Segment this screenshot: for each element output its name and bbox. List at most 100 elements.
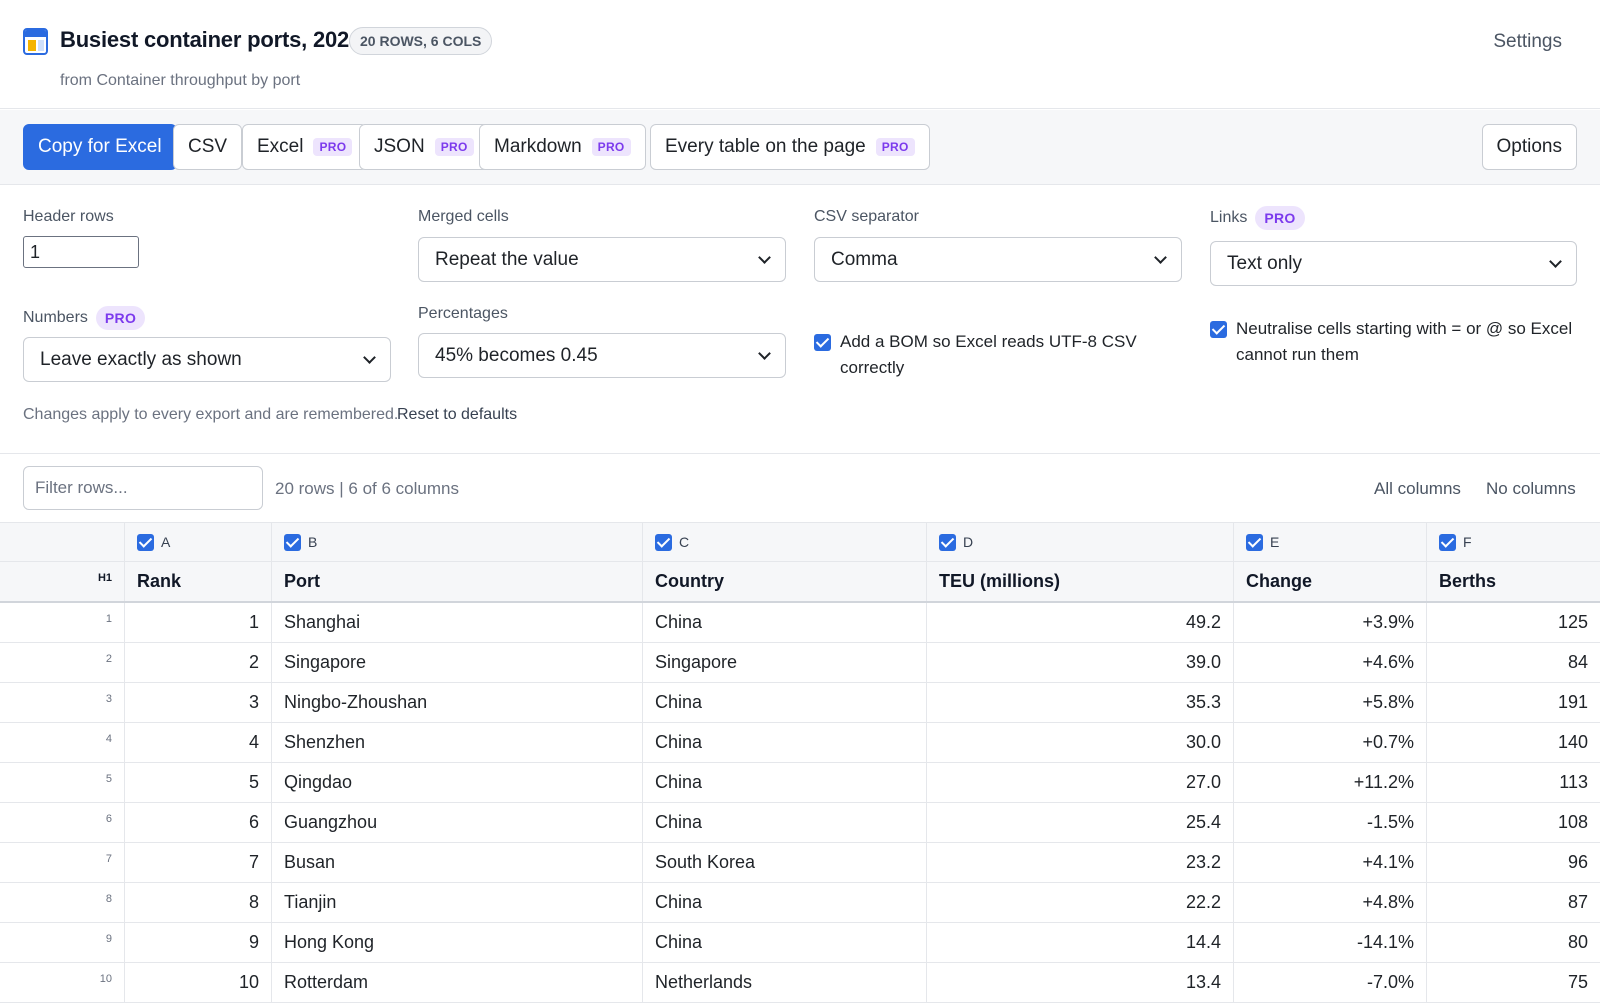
table-cell: 5 [124, 763, 271, 802]
row-number: 8 [105, 893, 112, 905]
markdown-button[interactable]: Markdown PRO [479, 124, 646, 170]
table-cell: Hong Kong [271, 923, 642, 962]
export-toolbar: Copy for Excel CSV Excel PRO JSON PRO Ma… [0, 110, 1600, 185]
neutralise-option[interactable]: Neutralise cells starting with = or @ so… [1210, 316, 1580, 368]
table-cell: China [642, 763, 926, 802]
filter-rows-input[interactable]: Filter rows... [23, 466, 263, 510]
excel-button[interactable]: Excel PRO [242, 124, 368, 170]
options-button[interactable]: Options [1481, 124, 1577, 170]
bom-checkbox[interactable] [814, 334, 831, 351]
column-selector-a[interactable]: A [124, 523, 271, 561]
percentages-label: Percentages [418, 305, 508, 322]
table-row: 3 3 Ningbo-Zhoushan China 35.3 +5.8% 191 [0, 683, 1600, 723]
page-header: Busiest container ports, 2024 20 ROWS, 6… [0, 0, 1600, 109]
copy-for-excel-button[interactable]: Copy for Excel [23, 124, 177, 170]
column-checkbox[interactable] [939, 533, 956, 551]
column-letter: E [1270, 534, 1280, 550]
percentages-select[interactable]: 45% becomes 0.45 [418, 333, 786, 378]
column-selector-c[interactable]: C [642, 523, 926, 561]
column-selector-f[interactable]: F [1426, 523, 1600, 561]
all-columns-link[interactable]: All columns [1374, 479, 1461, 499]
column-header: Country [642, 562, 926, 601]
merged-cells-label: Merged cells [418, 208, 509, 225]
every-table-button[interactable]: Every table on the page PRO [650, 124, 930, 170]
csv-button[interactable]: CSV [173, 124, 243, 170]
column-letter: B [308, 534, 318, 550]
column-selector-b[interactable]: B [271, 523, 642, 561]
column-checkbox[interactable] [1439, 533, 1456, 551]
table-row: 7 7 Busan South Korea 23.2 +4.1% 96 [0, 843, 1600, 883]
reset-defaults-link[interactable]: Reset to defaults [397, 406, 517, 424]
table-cell: 27.0 [926, 763, 1233, 802]
column-checkbox[interactable] [137, 533, 154, 551]
table-row: 8 8 Tianjin China 22.2 +4.8% 87 [0, 883, 1600, 923]
table-row: 6 6 Guangzhou China 25.4 -1.5% 108 [0, 803, 1600, 843]
column-selector-e[interactable]: E [1233, 523, 1426, 561]
table-cell: Netherlands [642, 963, 926, 1002]
csv-separator-label: CSV separator [814, 208, 919, 225]
table-cell: South Korea [642, 843, 926, 882]
pro-badge: PRO [591, 138, 631, 156]
header-rows-input[interactable]: 1 [23, 236, 139, 268]
table-cell: 9 [124, 923, 271, 962]
table-cell: 22.2 [926, 883, 1233, 922]
table-cell: 87 [1426, 883, 1600, 922]
column-header: TEU (millions) [926, 562, 1233, 601]
pro-badge: PRO [434, 138, 474, 156]
excel-label: Excel [257, 136, 304, 157]
table-cell: -1.5% [1233, 803, 1426, 842]
table-cell: 23.2 [926, 843, 1233, 882]
table-cell: Busan [271, 843, 642, 882]
row-number: 7 [105, 853, 112, 865]
column-letter: D [963, 534, 974, 550]
row-number: 3 [105, 693, 112, 705]
table-cell: +5.8% [1233, 683, 1426, 722]
filter-bar: Filter rows... 20 rows | 6 of 6 columns … [0, 455, 1600, 522]
table-row: 5 5 Qingdao China 27.0 +11.2% 113 [0, 763, 1600, 803]
column-header: Change [1233, 562, 1426, 601]
table-cell: 2 [124, 643, 271, 682]
table-cell: 125 [1426, 603, 1600, 642]
table-cell: Shenzhen [271, 723, 642, 762]
column-header: Port [271, 562, 642, 601]
table-cell: China [642, 923, 926, 962]
table-cell: -14.1% [1233, 923, 1426, 962]
csv-separator-select[interactable]: Comma [814, 237, 1182, 282]
table-cell: 49.2 [926, 603, 1233, 642]
merged-cells-select[interactable]: Repeat the value [418, 237, 786, 282]
column-selector-d[interactable]: D [926, 523, 1233, 561]
table-cell: +4.8% [1233, 883, 1426, 922]
chevron-down-icon [363, 350, 376, 364]
table-cell: China [642, 883, 926, 922]
settings-link[interactable]: Settings [1493, 31, 1562, 53]
bom-option[interactable]: Add a BOM so Excel reads UTF-8 CSV corre… [814, 329, 1194, 381]
column-checkbox[interactable] [655, 533, 672, 551]
neutralise-checkbox[interactable] [1210, 321, 1227, 338]
links-select[interactable]: Text only [1210, 241, 1577, 286]
json-button[interactable]: JSON PRO [359, 124, 489, 170]
no-columns-link[interactable]: No columns [1486, 479, 1576, 499]
numbers-label: Numbers PRO [23, 306, 146, 330]
table-cell: 80 [1426, 923, 1600, 962]
table-cell: Ningbo-Zhoushan [271, 683, 642, 722]
numbers-select[interactable]: Leave exactly as shown [23, 337, 391, 382]
table-cell: 14.4 [926, 923, 1233, 962]
table-row: 2 2 Singapore Singapore 39.0 +4.6% 84 [0, 643, 1600, 683]
column-header: Berths [1426, 562, 1600, 601]
options-label: Options [1496, 136, 1562, 157]
numbers-value: Leave exactly as shown [40, 348, 242, 370]
table-cell: 8 [124, 883, 271, 922]
table-cell: 6 [124, 803, 271, 842]
table-cell: China [642, 683, 926, 722]
dimensions-badge: 20 ROWS, 6 COLS [349, 27, 493, 55]
column-letter: F [1463, 534, 1472, 550]
table-row: 9 9 Hong Kong China 14.4 -14.1% 80 [0, 923, 1600, 963]
table-row: 10 10 Rotterdam Netherlands 13.4 -7.0% 75 [0, 963, 1600, 1003]
table-cell: 35.3 [926, 683, 1233, 722]
pro-badge: PRO [313, 138, 353, 156]
chevron-down-icon [758, 346, 771, 360]
table-cell: Guangzhou [271, 803, 642, 842]
column-checkbox[interactable] [1246, 533, 1263, 551]
table-cell: +11.2% [1233, 763, 1426, 802]
column-checkbox[interactable] [284, 533, 301, 551]
